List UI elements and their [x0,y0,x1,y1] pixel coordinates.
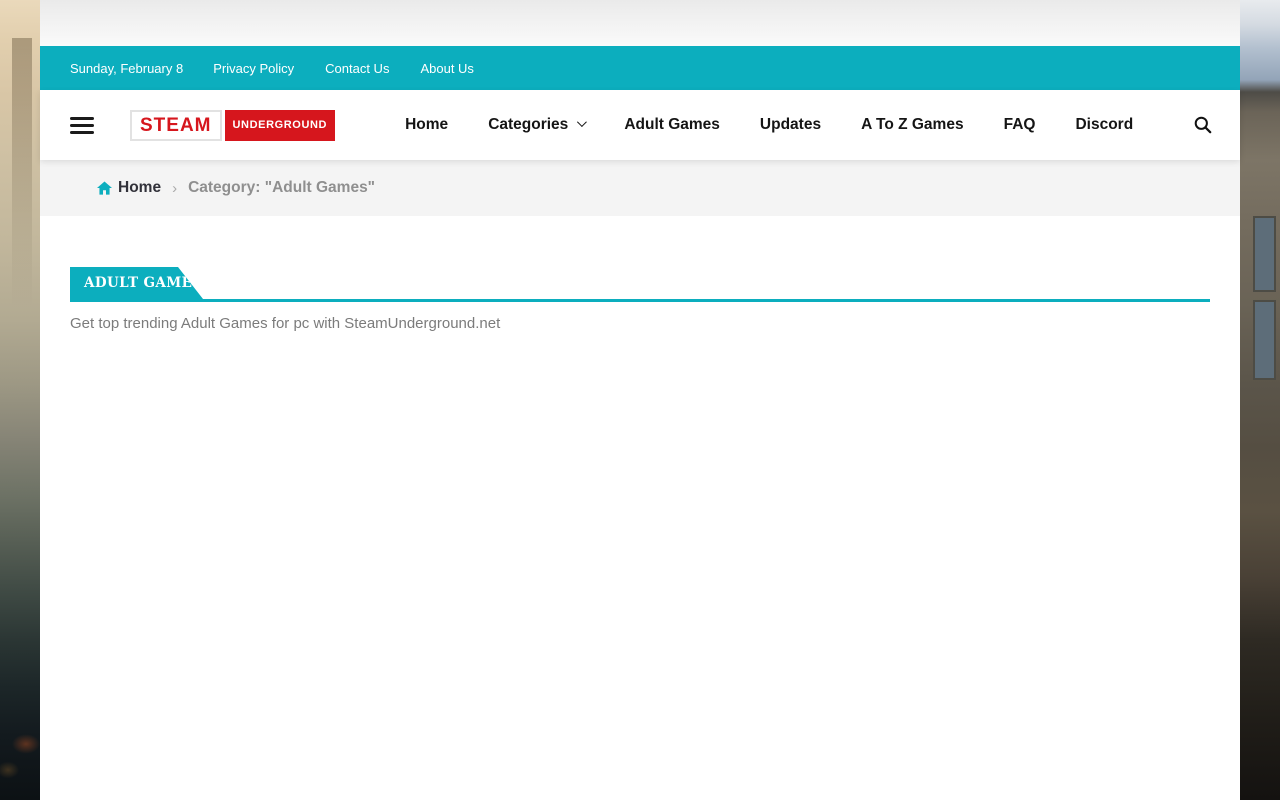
topbar-link-contact-us[interactable]: Contact Us [325,61,389,76]
chevron-down-icon [577,117,587,127]
search-icon[interactable] [1194,116,1212,134]
breadcrumb-separator: › [172,180,177,197]
section-title-underline [70,299,1210,302]
page-container: Sunday, February 8 Privacy Policy Contac… [40,0,1240,800]
nav-item-categories[interactable]: Categories [488,116,584,134]
nav-item-discord[interactable]: Discord [1075,116,1133,134]
background-window [1253,216,1276,292]
background-artwork-left [0,0,40,800]
main-content: ADULT GAMES Get top trending Adult Games… [40,216,1240,800]
main-menu: Home Categories Adult Games Updates A To… [405,116,1133,134]
breadcrumb-home-label: Home [118,179,161,197]
date-text: Sunday, February 8 [70,61,183,76]
logo-underground-text: UNDERGROUND [225,110,336,141]
hamburger-icon[interactable] [70,117,94,134]
background-window [1253,300,1276,380]
site-logo[interactable]: STEAM UNDERGROUND [130,110,335,141]
background-artwork-right [1240,0,1280,800]
nav-item-faq[interactable]: FAQ [1004,116,1036,134]
nav-item-a-to-z-games[interactable]: A To Z Games [861,116,964,134]
logo-steam-text: STEAM [130,110,222,141]
pre-header-strip [40,0,1240,46]
breadcrumb: Home › Category: "Adult Games" [40,160,1240,216]
section-title-badge: ADULT GAMES [70,267,203,299]
nav-item-home[interactable]: Home [405,116,448,134]
topbar-link-privacy-policy[interactable]: Privacy Policy [213,61,294,76]
nav-item-adult-games[interactable]: Adult Games [624,116,720,134]
main-navbar: STEAM UNDERGROUND Home Categories Adult … [40,90,1240,160]
breadcrumb-current-page: Category: "Adult Games" [188,179,375,197]
topbar: Sunday, February 8 Privacy Policy Contac… [40,46,1240,90]
home-icon [97,181,112,195]
nav-item-categories-label: Categories [488,116,568,134]
topbar-link-about-us[interactable]: About Us [420,61,473,76]
nav-item-updates[interactable]: Updates [760,116,821,134]
category-description: Get top trending Adult Games for pc with… [70,315,1210,332]
breadcrumb-home-link[interactable]: Home [97,179,161,197]
